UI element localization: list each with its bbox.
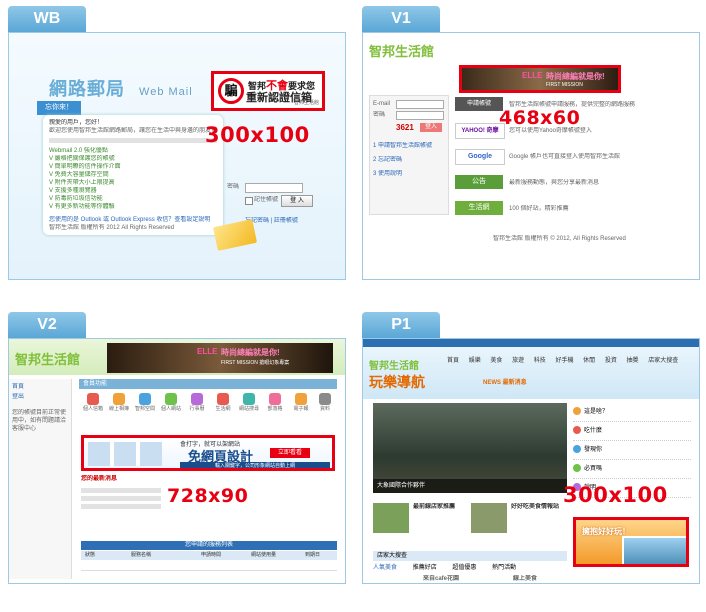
side-item[interactable]: 吃什麼 — [573, 422, 691, 441]
p1-bottom-item[interactable]: 來自cafe花園 — [423, 575, 459, 583]
v1-ad-text: 時尚總編就是你! — [546, 72, 605, 81]
v1-ad-468x60[interactable]: ELLE 時尚總編就是你! FIRST MISSION — [459, 65, 621, 93]
tab-item[interactable]: 人氣美食 — [373, 565, 397, 571]
v1-password-input[interactable] — [396, 111, 444, 120]
v2-app-icon[interactable]: 個人網站 — [161, 393, 181, 413]
no-scam-icon: 騙 — [218, 78, 244, 104]
wb-content-card: 親愛的用戶，您好！ 歡迎您使用智邦生活館網路郵局，讓您在生活中與身邊的朋友保持聯… — [43, 115, 223, 235]
nav-item[interactable]: 旅遊 — [512, 358, 524, 364]
panel-wb: WB 網路郵局 Web Mail 忘你來！ 親愛的用戶，您好！ 歡迎您使用智邦生… — [8, 6, 346, 280]
side-item[interactable]: 必買嗎 — [573, 460, 691, 479]
wb-remember-checkbox[interactable] — [245, 197, 253, 205]
v1-logo: 智邦生活館 — [369, 44, 435, 59]
v2-app-icon[interactable]: 行事曆 — [187, 393, 207, 413]
v2-table-header: 狀態 服務名稱 申請時間 網站使用量 到期日 — [81, 551, 337, 560]
v2-news-lines — [81, 485, 161, 512]
panel-v2-tab: V2 — [8, 312, 86, 338]
p1-ad-photo — [622, 536, 686, 564]
panel-v1-screenshot: 智邦生活館 E-mail 密碼 3621 登入 1 申請智邦生活館帳號 2 忘記… — [362, 32, 700, 280]
tab-item[interactable]: 推薦好店 — [413, 565, 437, 571]
v1-row-icon[interactable]: 公告 — [455, 175, 503, 189]
panel-wb-tab: WB — [8, 6, 86, 32]
nav-item[interactable]: 娛樂 — [469, 358, 481, 364]
v2-app-icon[interactable]: 線上相簿 — [109, 393, 129, 413]
side-item[interactable]: 這是啥？ — [573, 403, 691, 422]
panel-v2-screenshot: 智邦生活館 ELLE 時尚總編就是你! FIRST MISSION 搶眼幻象專案… — [8, 338, 346, 584]
p1-hero-photo[interactable]: 大象國際合作夥伴 — [373, 403, 567, 493]
nav-item[interactable]: 好手機 — [555, 358, 573, 364]
table-row — [81, 561, 337, 571]
v2-top-ad: ELLE 時尚總編就是你! FIRST MISSION 搶眼幻象專案 — [107, 343, 333, 373]
nav-item[interactable]: 店家大搜查 — [648, 358, 678, 364]
tab-item[interactable]: 熱門活動 — [492, 565, 516, 571]
v2-app-icon[interactable]: 網站搜尋 — [239, 393, 259, 413]
v1-row-icon[interactable]: 生活網 — [455, 201, 503, 215]
v2-app-icon[interactable]: 個人信箱 — [83, 393, 103, 413]
nav-item[interactable]: 美食 — [490, 358, 502, 364]
v2-table-title: 您申請的服務列表 — [81, 541, 337, 550]
v2-ad-728x90[interactable]: 會打字，就可以架網站 免網頁設計 立即看看 輸入關鍵字，公司形象網站自動上網 — [81, 435, 335, 471]
v2-ad-size-label: 728x90 — [167, 485, 249, 507]
v2-news-title: 您的最新消息 — [81, 476, 118, 482]
v1-row: 公告 最新服務動態，與您分享最新消息 — [455, 173, 691, 193]
wb-login-box: 密碼 記住帳號 登 入 忘記密碼 | 註冊帳號 — [221, 161, 327, 224]
wb-ribbon: 忘你來！ — [37, 101, 81, 115]
tab-item[interactable]: 超值優惠 — [452, 565, 476, 571]
p1-nav: 首頁 娛樂 美食 旅遊 科技 好手機 休閒 投資 抽獎 店家大搜查 — [447, 355, 697, 367]
nav-item[interactable]: 首頁 — [447, 358, 459, 364]
nav-item[interactable]: 投資 — [605, 358, 617, 364]
v2-logo: 智邦生活館 — [15, 352, 81, 367]
v2-app-icon[interactable]: 生活網 — [213, 393, 233, 413]
p1-bottom-item[interactable]: 線上美食 — [513, 575, 537, 583]
panel-p1-tab: P1 — [362, 312, 440, 338]
side-item[interactable]: 發現你 — [573, 441, 691, 460]
v1-left-panel: E-mail 密碼 3621 登入 1 申請智邦生活館帳號 2 忘記密碼 3 使… — [369, 95, 449, 215]
p1-search-bar: 店家大搜查 — [373, 551, 567, 561]
panel-v1: V1 智邦生活館 E-mail 密碼 3621 登入 1 申請智邦生活館帳號 2… — [362, 6, 700, 280]
google-icon[interactable]: Google — [455, 149, 505, 165]
v1-row: 生活網 100 個好站，精彩推薦 — [455, 199, 691, 219]
p1-feature[interactable]: 好好吃美食情報站 — [471, 503, 565, 547]
panel-p1-screenshot: 智邦生活館 玩樂導航 首頁 娛樂 美食 旅遊 科技 好手機 休閒 投資 抽獎 店… — [362, 338, 700, 584]
v2-app-icon[interactable]: 資料 — [315, 393, 335, 413]
wb-logo: 網路郵局 Web Mail — [49, 79, 193, 99]
nav-item[interactable]: 休閒 — [583, 358, 595, 364]
p1-ad-300x100[interactable]: 擁抱好好玩！ — [573, 517, 689, 567]
v2-left-nav: 首頁 登出 您的帳號目前正常使用中，如有問題請洽客服中心 — [9, 379, 72, 579]
p1-feature[interactable]: 最前線店家推薦 — [373, 503, 467, 547]
v1-ad-brand: ELLE — [522, 71, 543, 80]
v2-icon-grid: 個人信箱 線上相簿 智邦空間 個人網站 行事曆 生活網 網站搜尋 部落格 電子報… — [79, 393, 337, 427]
wb-ad-size-label: 300x100 — [205, 123, 310, 147]
v2-menu-title: 會員功能 — [79, 379, 337, 389]
yahoo-icon[interactable]: YAHOO! 奇摩 — [455, 123, 505, 139]
panel-v2: V2 智邦生活館 ELLE 時尚總編就是你! FIRST MISSION 搶眼幻… — [8, 312, 346, 584]
v1-login-button[interactable]: 登入 — [420, 123, 442, 132]
nav-item[interactable]: 抽獎 — [627, 358, 639, 364]
wb-password-input[interactable] — [245, 183, 303, 193]
wb-ad-300x100[interactable]: 騙 智邦不會要求您 重新認證信箱 智邦生活館 — [211, 71, 325, 111]
v2-app-icon[interactable]: 部落格 — [265, 393, 285, 413]
panel-v1-tab: V1 — [362, 6, 440, 32]
p1-ad-size-label: 300x100 — [563, 483, 668, 507]
p1-ticker: NEWS 最新消息 — [483, 380, 527, 386]
v2-promo-button[interactable]: 立即看看 — [270, 448, 310, 458]
v1-email-input[interactable] — [396, 100, 444, 109]
v1-copyright: 智邦生活館 版權所有 © 2012, All Rights Reserved — [493, 236, 626, 242]
v2-app-icon[interactable]: 電子報 — [291, 393, 311, 413]
v1-row-icon[interactable]: 申請帳號 — [455, 97, 503, 111]
v1-captcha: 3621 — [396, 123, 414, 132]
v1-ad-size-label: 468x60 — [499, 107, 581, 129]
wb-login-button[interactable]: 登 入 — [281, 195, 313, 207]
panel-wb-screenshot: 網路郵局 Web Mail 忘你來！ 親愛的用戶，您好！ 歡迎您使用智邦生活館網… — [8, 32, 346, 280]
v2-promo-thumbnails — [88, 442, 162, 466]
v1-ad-sub: FIRST MISSION — [546, 82, 583, 88]
v1-row: Google Google 帳戶也可直接登入使用智邦生活館 — [455, 147, 691, 167]
panel-p1: P1 智邦生活館 玩樂導航 首頁 娛樂 美食 旅遊 科技 好手機 休閒 投資 抽… — [362, 312, 700, 584]
v2-app-icon[interactable]: 智邦空間 — [135, 393, 155, 413]
nav-item[interactable]: 科技 — [534, 358, 546, 364]
p1-logo: 智邦生活館 玩樂導航 — [369, 361, 425, 390]
p1-topbar — [363, 339, 699, 347]
p1-tabs: 人氣美食 推薦好店 超值優惠 熱門活動 — [373, 563, 567, 573]
